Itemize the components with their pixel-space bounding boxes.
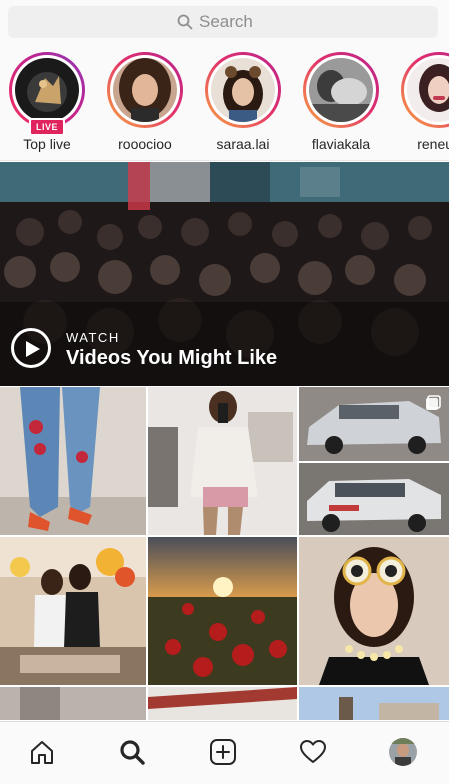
explore-post[interactable] (0, 687, 146, 720)
story-saraa-lai[interactable]: saraa.lai (198, 52, 288, 152)
story-name: reneug (417, 136, 449, 152)
profile-avatar (389, 738, 417, 766)
story-rooocioo[interactable]: rooocioo (100, 52, 190, 152)
story-avatar (309, 58, 373, 122)
explore-post[interactable] (299, 537, 449, 685)
bottom-tab-bar (0, 721, 449, 784)
explore-post[interactable] (148, 687, 297, 720)
story-name: Top live (23, 136, 71, 152)
story-avatar (113, 58, 177, 122)
tab-profile[interactable] (385, 734, 421, 770)
story-ring (401, 52, 449, 128)
search-bar[interactable] (8, 6, 438, 38)
explore-grid (0, 387, 449, 720)
watch-eyebrow: WATCH (66, 330, 120, 345)
explore-post[interactable] (0, 537, 146, 685)
story-ring: LIVE (9, 52, 85, 136)
explore-post[interactable] (148, 537, 297, 685)
new-post-icon (210, 739, 236, 765)
activity-heart-icon (300, 740, 326, 763)
story-name: saraa.lai (216, 136, 270, 152)
explore-post[interactable] (0, 387, 146, 535)
story-ring (107, 52, 183, 128)
story-top-live[interactable]: LIVE Top live (2, 52, 92, 152)
story-ring (303, 52, 379, 128)
explore-post[interactable] (299, 463, 449, 535)
tab-home[interactable] (24, 734, 60, 770)
explore-post[interactable] (299, 687, 449, 720)
story-reneug[interactable]: reneug (394, 52, 449, 152)
search-input[interactable] (199, 12, 269, 32)
story-avatar (15, 58, 79, 122)
search-header (0, 0, 449, 46)
home-icon (31, 741, 53, 764)
story-name: rooocioo (118, 136, 172, 152)
tab-activity[interactable] (295, 734, 331, 770)
search-icon (120, 740, 145, 765)
play-icon[interactable] (11, 328, 51, 368)
story-avatar (211, 58, 275, 122)
explore-post[interactable] (148, 387, 297, 535)
story-flaviakala[interactable]: flaviakala (296, 52, 386, 152)
story-name: flaviakala (311, 136, 371, 152)
multiple-posts-icon (426, 395, 441, 410)
search-icon (177, 14, 193, 30)
featured-video[interactable]: WATCH Videos You Might Like (0, 162, 449, 386)
live-badge: LIVE (28, 118, 66, 136)
tab-new-post[interactable] (205, 734, 241, 770)
explore-post[interactable] (299, 387, 449, 461)
tab-search[interactable] (114, 734, 150, 770)
story-ring (205, 52, 281, 128)
watch-title[interactable]: Videos You Might Like (66, 347, 277, 370)
stories-tray: LIVE Top live rooocioo saraa.lai flaviak… (0, 46, 449, 161)
